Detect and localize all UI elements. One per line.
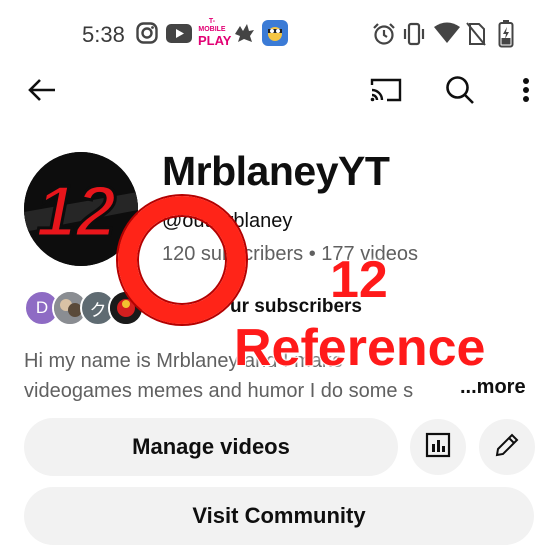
overlay-number: 12 <box>329 250 389 310</box>
tmobile-play-small-label: T-MOBILE <box>198 18 226 33</box>
description-line: videogames memes and humor I do some s <box>24 380 414 402</box>
more-options-button[interactable] <box>504 70 548 114</box>
tmobile-play-icon: T-MOBILE PLAY <box>198 18 232 48</box>
edit-button[interactable] <box>479 419 535 475</box>
no-sim-icon <box>466 22 486 51</box>
more-link[interactable]: ...more <box>456 376 526 399</box>
cast-button[interactable] <box>364 70 408 114</box>
overlay-reference-text: Reference <box>233 318 486 378</box>
analytics-button[interactable] <box>410 419 466 475</box>
visit-community-label: Visit Community <box>192 503 366 528</box>
vibrate-icon <box>403 22 425 51</box>
battery-charging-icon <box>498 20 514 53</box>
search-button[interactable] <box>438 70 482 114</box>
instagram-icon <box>136 22 158 49</box>
avatar-number: 12 <box>36 172 116 252</box>
channel-name: MrblaneyYT <box>162 148 390 194</box>
bird-icon <box>232 22 256 49</box>
alarm-icon <box>372 22 396 51</box>
status-time: 5:38 <box>82 22 125 47</box>
manage-videos-button[interactable]: Manage videos <box>24 418 398 476</box>
game-app-icon <box>262 20 288 51</box>
status-bar: 5:38 T-MOBILE PLAY <box>0 0 560 70</box>
analytics-icon <box>425 432 451 463</box>
edit-pencil-icon <box>493 431 521 464</box>
back-button[interactable] <box>20 70 64 114</box>
back-arrow-icon <box>27 78 57 107</box>
app-bar <box>0 70 560 120</box>
highlight-ring <box>118 196 246 324</box>
wifi-icon <box>434 22 460 49</box>
tmobile-play-label: PLAY <box>198 33 232 48</box>
search-icon <box>445 75 475 110</box>
cast-icon <box>369 77 403 108</box>
visit-community-button[interactable]: Visit Community <box>24 487 534 545</box>
manage-videos-label: Manage videos <box>132 434 290 459</box>
youtube-icon <box>166 24 192 48</box>
more-vert-icon <box>522 77 530 108</box>
